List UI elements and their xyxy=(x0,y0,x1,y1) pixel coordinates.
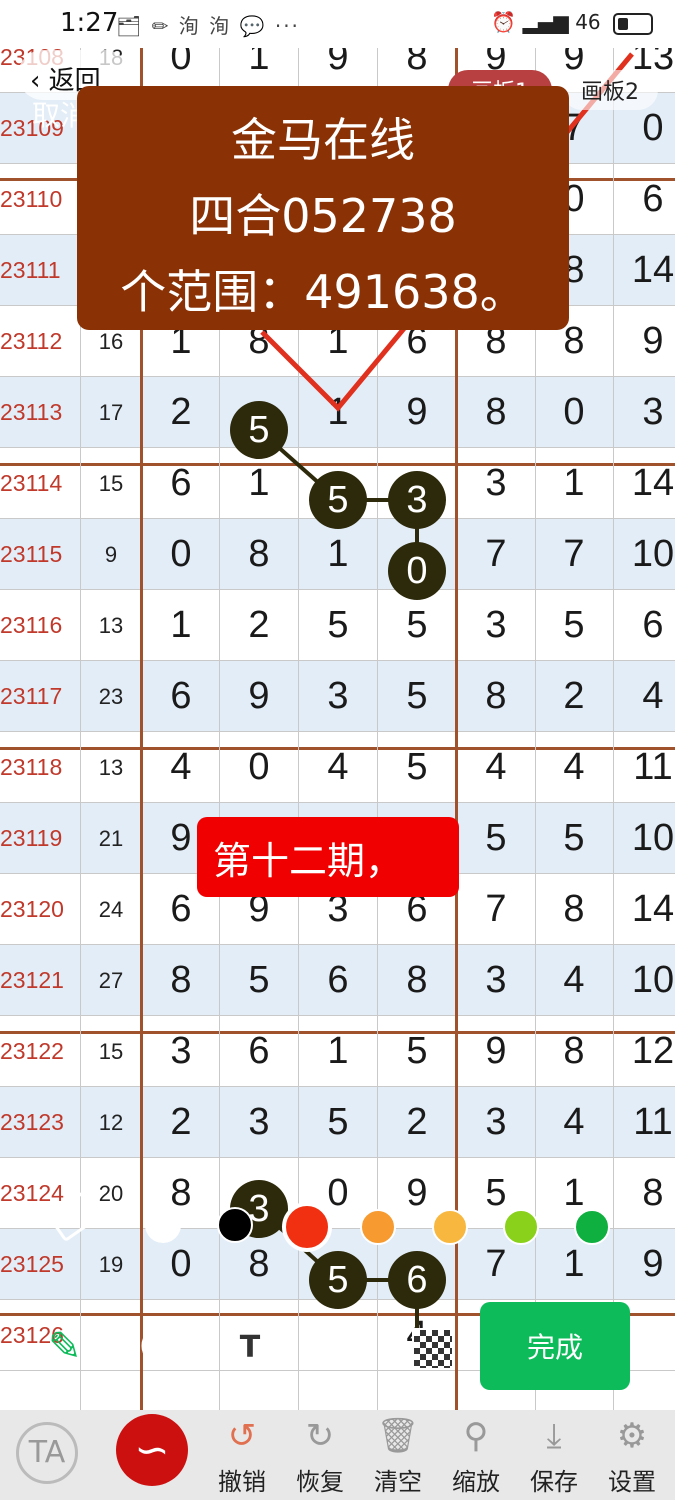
text-annotation-red[interactable]: 第十二期， xyxy=(197,817,459,897)
brush-active-icon[interactable]: ∽ xyxy=(116,1414,188,1486)
text-tool-icon[interactable]: T xyxy=(230,1328,270,1368)
color-orange[interactable] xyxy=(360,1209,396,1245)
notice-line-1: 金马在线 xyxy=(231,113,415,167)
text-style-icon[interactable]: TA xyxy=(16,1422,78,1484)
signal-icon: ▂▄▆ xyxy=(522,10,569,34)
text-annotation[interactable]: 金马在线 四合052738 个范围：491638。 xyxy=(77,86,569,330)
zoom-button[interactable]: ⚲ 缩放 xyxy=(440,1410,512,1500)
ball-marker: 5 xyxy=(230,401,288,459)
bottom-toolbar: TA ∽ ↺ 撤销 ↻ 恢复 🗑 清空 ⚲ 缩放 ⤓ 保存 ⚙ 设置 xyxy=(0,1410,675,1500)
emoji-icon[interactable]: ☺ xyxy=(138,1322,182,1371)
mosaic-icon[interactable] xyxy=(412,1328,454,1370)
color-green[interactable] xyxy=(574,1209,610,1245)
chevron-left-icon: ‹ xyxy=(30,66,49,96)
ball-marker: 0 xyxy=(388,542,446,600)
status-bar: 1:27 🗂 ✏ 洵 洵 💬 ··· ⏰ ▂▄▆ 46 xyxy=(0,0,675,48)
save-button[interactable]: ⤓ 保存 xyxy=(518,1410,590,1500)
settings-button[interactable]: ⚙ 设置 xyxy=(596,1410,668,1500)
ball-marker: 3 xyxy=(388,471,446,529)
tab-board-2[interactable]: 画板2 xyxy=(562,70,658,110)
undo-icon: ↺ xyxy=(227,1416,257,1456)
ball-marker: 5 xyxy=(309,471,367,529)
battery-icon xyxy=(613,12,653,35)
system-icons: ⏰ ▂▄▆ 46 xyxy=(491,10,653,35)
color-lime[interactable] xyxy=(503,1209,539,1245)
color-amber[interactable] xyxy=(432,1209,468,1245)
color-white[interactable] xyxy=(145,1207,181,1243)
network-label: 46 xyxy=(575,10,601,34)
notice-line-3: 个范围：491638。 xyxy=(120,265,526,319)
done-button[interactable]: 完成 xyxy=(480,1302,630,1390)
notification-icons: 🗂 ✏ 洵 洵 💬 ··· xyxy=(116,14,300,38)
pencil-icon[interactable]: ✎ xyxy=(48,1324,82,1370)
color-red-selected[interactable] xyxy=(282,1202,332,1252)
redo-button[interactable]: ↻ 恢复 xyxy=(284,1410,356,1500)
download-icon: ⤓ xyxy=(546,1416,562,1456)
zoom-icon: ⚲ xyxy=(463,1416,489,1456)
alarm-icon: ⏰ xyxy=(491,10,517,34)
gear-icon: ⚙ xyxy=(616,1416,648,1456)
color-palette xyxy=(0,1189,675,1260)
undo-button[interactable]: ↺ 撤销 xyxy=(206,1410,278,1500)
crop-icon[interactable]: ⌗ xyxy=(320,1322,343,1368)
clear-button[interactable]: 🗑 清空 xyxy=(362,1410,434,1500)
clock: 1:27 xyxy=(60,8,119,38)
trash-icon: 🗑 xyxy=(376,1416,420,1456)
notice-line-2: 四合052738 xyxy=(189,189,457,243)
color-black[interactable] xyxy=(217,1207,253,1243)
redo-icon: ↻ xyxy=(305,1416,335,1456)
eraser-icon[interactable] xyxy=(46,1189,104,1243)
